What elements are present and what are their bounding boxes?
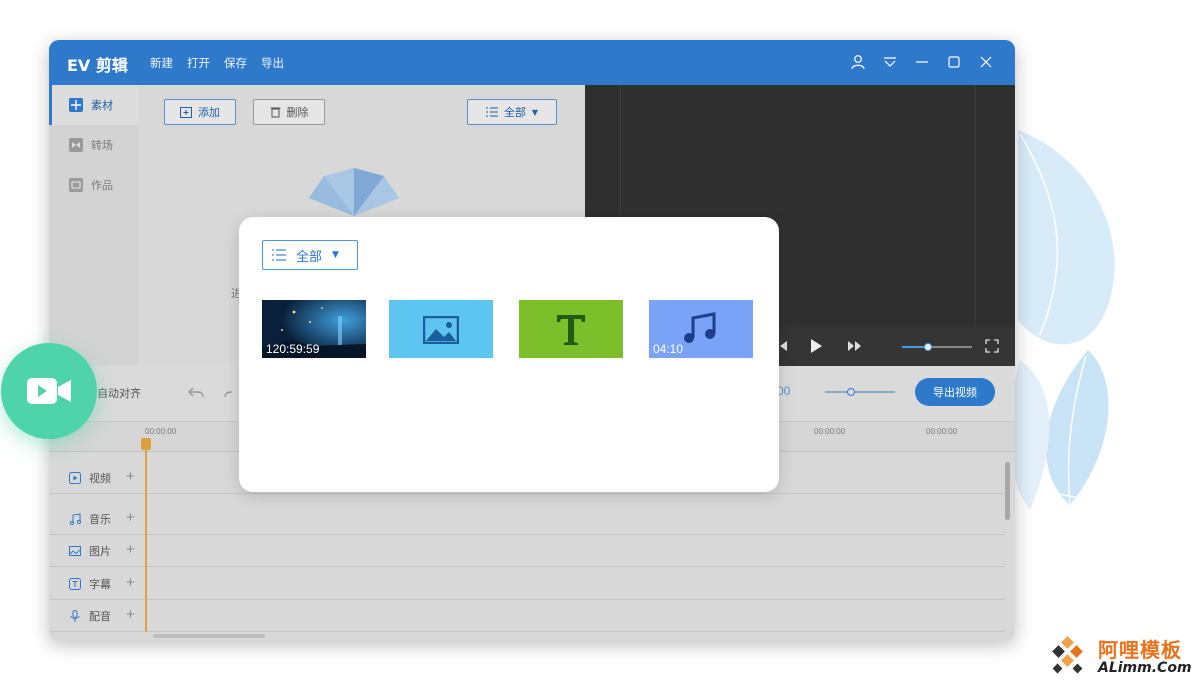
fullscreen-icon[interactable] xyxy=(985,339,999,353)
delete-button[interactable]: 删除 xyxy=(253,99,325,125)
sidebar: 素材 转场 作品 xyxy=(49,85,139,366)
sidebar-item-label: 素材 xyxy=(91,99,113,112)
app-title: EV 剪辑 xyxy=(67,56,128,75)
playhead-handle[interactable] xyxy=(141,438,151,450)
caret-down-icon: ▼ xyxy=(332,250,339,260)
track-music[interactable]: 音乐 + xyxy=(49,503,1005,535)
video-duration: 120:59:59 xyxy=(266,342,320,356)
caret-down-icon: ▼ xyxy=(531,107,539,117)
menu-export[interactable]: 导出 xyxy=(261,55,284,71)
track-image[interactable]: 图片 + xyxy=(49,535,1005,567)
video-camera-badge xyxy=(1,343,97,439)
ruler-label: 00:00:00 xyxy=(814,427,846,436)
sidebar-item-media[interactable]: 素材 xyxy=(49,85,139,125)
media-grid-icon xyxy=(69,98,83,112)
window-controls xyxy=(849,52,995,72)
sidebar-item-works[interactable]: 作品 xyxy=(49,165,139,205)
fast-forward-icon[interactable] xyxy=(847,339,863,353)
ruler-label: 00:00:00 xyxy=(926,427,958,436)
redo-icon[interactable] xyxy=(223,385,233,401)
track-label: 音乐 xyxy=(89,513,111,526)
transition-icon xyxy=(69,138,83,152)
popup-filter-label: 全部 xyxy=(296,249,323,265)
microphone-icon xyxy=(70,609,80,622)
add-track-icon[interactable]: + xyxy=(126,606,135,623)
sidebar-item-label: 作品 xyxy=(91,179,113,192)
music-track-icon xyxy=(69,513,81,525)
music-duration: 04:10 xyxy=(653,342,684,356)
list-icon xyxy=(485,107,498,117)
menu-open[interactable]: 打开 xyxy=(187,55,210,71)
track-label: 配音 xyxy=(89,610,111,623)
video-camera-icon xyxy=(27,378,71,404)
watermark: 阿哩模板 ALimm.Com xyxy=(1040,630,1200,681)
subtitle-track-icon xyxy=(69,578,81,590)
close-icon[interactable] xyxy=(977,52,995,72)
timeline-horizontal-scrollbar[interactable] xyxy=(153,634,265,638)
delete-button-label: 删除 xyxy=(286,106,309,119)
add-button[interactable]: 添加 xyxy=(164,99,236,125)
add-track-icon[interactable]: + xyxy=(126,509,135,526)
media-type-popup: 全部 ▼ 120:59:59 04:10 xyxy=(239,217,779,492)
undo-icon[interactable] xyxy=(187,385,205,401)
add-track-icon[interactable]: + xyxy=(126,574,135,591)
watermark-logo-icon xyxy=(1052,636,1083,674)
media-filter-dropdown[interactable]: 全部 ▼ xyxy=(467,99,557,125)
watermark-subtitle: ALimm.Com xyxy=(1098,660,1192,676)
track-label: 字幕 xyxy=(89,578,111,591)
list-icon xyxy=(272,249,286,261)
decorative-leaf-illustration xyxy=(1000,120,1140,540)
add-track-icon[interactable]: + xyxy=(126,541,135,558)
add-button-label: 添加 xyxy=(198,106,220,119)
export-video-button[interactable]: 导出视频 xyxy=(915,378,995,406)
music-note-icon xyxy=(684,312,716,343)
timecode-partial: 00 xyxy=(777,384,791,398)
timeline-vertical-scrollbar[interactable] xyxy=(1005,462,1010,520)
volume-slider[interactable] xyxy=(902,343,972,351)
menu-save[interactable]: 保存 xyxy=(224,55,247,71)
video-track-icon xyxy=(69,472,81,484)
ruler-label: 00:00:00 xyxy=(145,427,177,436)
watermark-title: 阿哩模板 xyxy=(1098,638,1182,662)
tile-music[interactable]: 04:10 xyxy=(649,300,753,358)
user-icon[interactable] xyxy=(849,52,867,72)
track-label: 图片 xyxy=(89,545,111,558)
playhead[interactable] xyxy=(145,438,147,632)
maximize-icon[interactable] xyxy=(945,52,963,72)
tile-video[interactable]: 120:59:59 xyxy=(262,300,366,358)
image-icon xyxy=(423,316,459,344)
sidebar-item-transition[interactable]: 转场 xyxy=(49,125,139,165)
minimize-icon[interactable] xyxy=(913,52,931,72)
popup-filter-dropdown[interactable]: 全部 ▼ xyxy=(262,240,358,270)
play-icon[interactable] xyxy=(809,338,823,354)
filter-label: 全部 xyxy=(503,106,526,119)
title-bar: EV 剪辑 新建 打开 保存 导出 xyxy=(49,40,1015,85)
works-icon xyxy=(69,178,83,192)
auto-align-label[interactable]: 自动对齐 xyxy=(97,385,141,401)
zoom-slider[interactable] xyxy=(825,388,895,396)
track-voiceover[interactable]: 配音 + xyxy=(49,600,1005,632)
tile-text[interactable] xyxy=(519,300,623,358)
add-track-icon[interactable]: + xyxy=(126,468,135,485)
image-track-icon xyxy=(69,546,81,556)
menu-new[interactable]: 新建 xyxy=(150,55,173,71)
text-t-icon xyxy=(557,315,585,345)
sidebar-item-label: 转场 xyxy=(91,139,113,152)
track-label: 视频 xyxy=(89,472,111,485)
track-subtitle[interactable]: 字幕 + xyxy=(49,568,1005,600)
main-menu: 新建 打开 保存 导出 xyxy=(150,55,284,71)
dropdown-menu-icon[interactable] xyxy=(881,52,899,72)
trash-icon xyxy=(270,107,280,118)
tile-image[interactable] xyxy=(389,300,493,358)
add-file-icon xyxy=(180,106,192,118)
